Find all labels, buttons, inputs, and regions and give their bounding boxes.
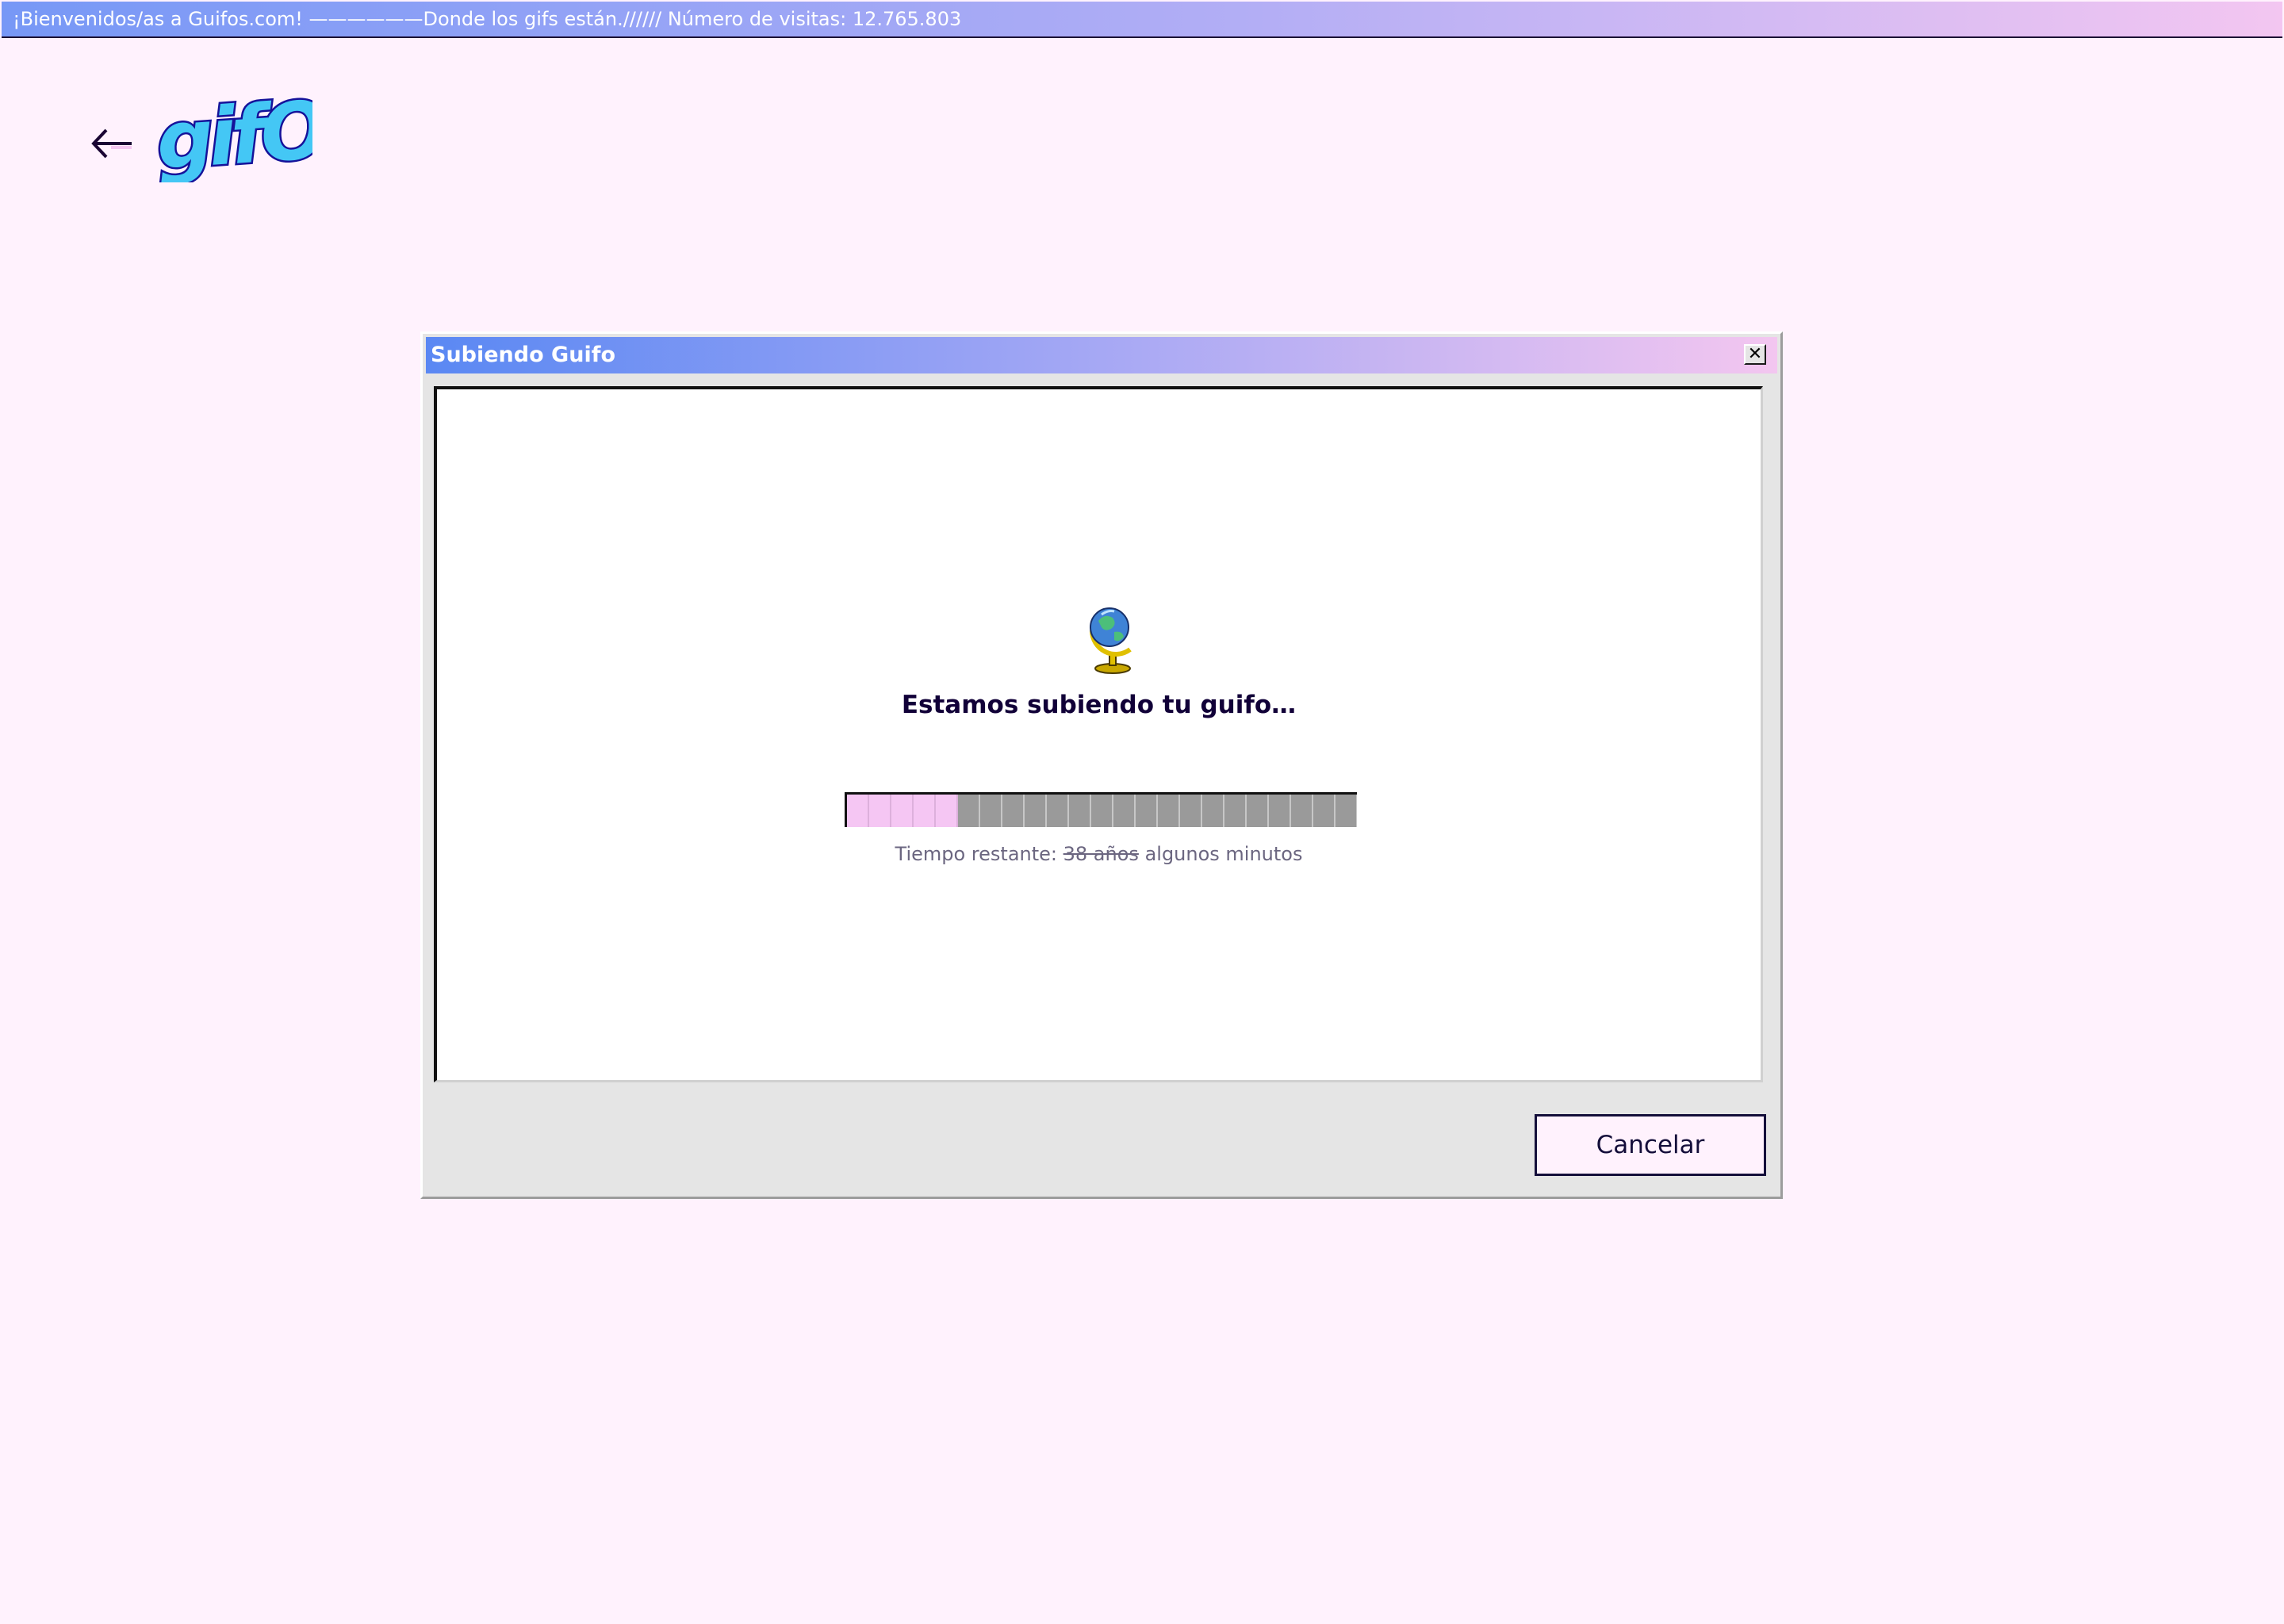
progress-segment-empty [1224,795,1247,827]
globe-icon [1090,607,1132,674]
logo-text: gifOS [154,95,312,182]
progress-segment-empty [1291,795,1313,827]
header: gifOS [87,95,312,182]
progress-segment-filled [891,795,914,827]
welcome-ticker-bar: ¡Bienvenidos/as a Guifos.com! ——————Dond… [2,2,2282,38]
progress-segment-empty [1158,795,1180,827]
progress-segment-filled [914,795,936,827]
progress-segment-empty [1091,795,1113,827]
welcome-ticker-text: ¡Bienvenidos/as a Guifos.com! ——————Dond… [13,8,962,30]
dialog-titlebar: Subiendo Guifo ✕ [426,337,1777,373]
progress-segment-filled [869,795,891,827]
close-button[interactable]: ✕ [1744,344,1766,365]
time-remaining-value: algunos minutos [1144,843,1303,865]
progress-segment-empty [980,795,1002,827]
time-remaining-struck: 38 años [1063,843,1139,865]
progress-segment-empty [1336,795,1357,827]
progress-segment-empty [1269,795,1291,827]
progress-segment-empty [1002,795,1025,827]
progress-segment-empty [1025,795,1047,827]
dialog-content: Estamos subiendo tu guifo… Tiempo restan… [434,386,1763,1082]
progress-segment-empty [958,795,980,827]
progress-segment-empty [1136,795,1158,827]
gifos-logo[interactable]: gifOS [154,95,312,182]
progress-segment-filled [936,795,958,827]
progress-segment-empty [1069,795,1091,827]
time-remaining: Tiempo restante: 38 años algunos minutos [437,843,1761,865]
progress-segment-empty [1113,795,1136,827]
progress-segment-empty [1047,795,1069,827]
progress-segment-empty [1313,795,1336,827]
upload-progress-bar [845,792,1357,827]
upload-dialog: Subiendo Guifo ✕ Estamos subiendo tu gui… [420,331,1783,1199]
progress-segment-filled [847,795,869,827]
close-icon: ✕ [1747,344,1763,364]
cancel-button[interactable]: Cancelar [1535,1114,1766,1176]
time-remaining-label: Tiempo restante: [895,843,1057,865]
arrow-left-icon[interactable] [87,124,135,163]
progress-segment-empty [1247,795,1269,827]
progress-segment-empty [1202,795,1224,827]
upload-status-message: Estamos subiendo tu guifo… [901,691,1297,719]
dialog-title: Subiendo Guifo [431,343,615,367]
progress-segment-empty [1180,795,1202,827]
